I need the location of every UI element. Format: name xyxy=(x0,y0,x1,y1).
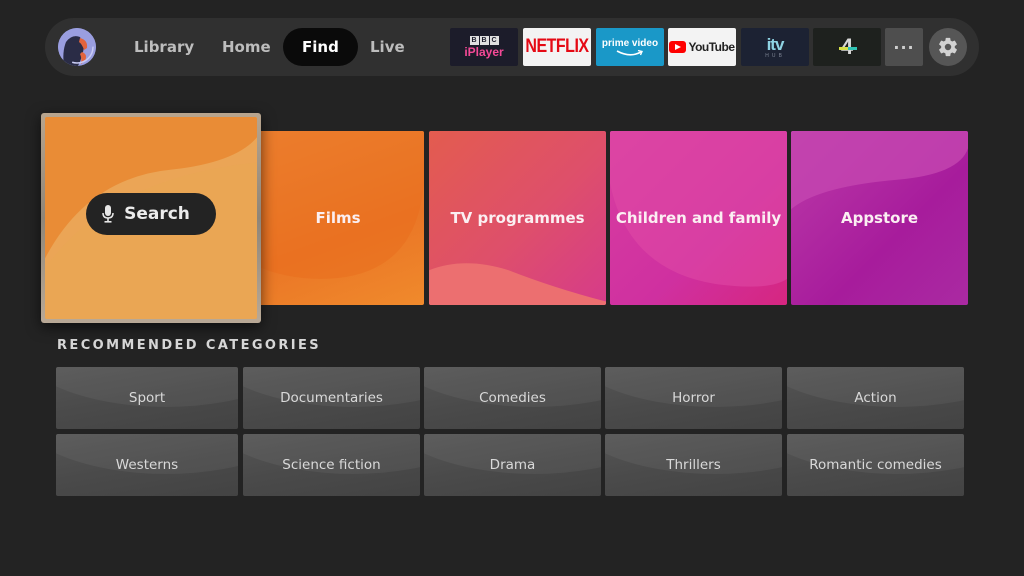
category-westerns[interactable]: Westerns xyxy=(56,434,238,496)
nav-tab-live[interactable]: Live xyxy=(351,28,424,66)
nav-tab-library[interactable]: Library xyxy=(115,28,213,66)
category-label: Comedies xyxy=(479,390,546,406)
bbc-letter: B xyxy=(469,36,479,45)
channel-4-logo: 4 xyxy=(838,34,858,59)
top-navigation-bar: Library Home Find Live B B C iPlayer NET… xyxy=(45,18,979,76)
prime-video-logo: prime video xyxy=(601,37,659,49)
category-label: Science fiction xyxy=(282,457,381,473)
category-drama[interactable]: Drama xyxy=(424,434,601,496)
category-science-fiction[interactable]: Science fiction xyxy=(243,434,420,496)
bbc-logo-icon: B B C xyxy=(469,36,499,45)
category-label: Romantic comedies xyxy=(809,457,942,473)
category-documentaries[interactable]: Documentaries xyxy=(243,367,420,429)
iplayer-label: iPlayer xyxy=(464,45,504,59)
tile-label: TV programmes xyxy=(450,209,585,227)
category-thrillers[interactable]: Thrillers xyxy=(605,434,782,496)
category-romantic-comedies[interactable]: Romantic comedies xyxy=(787,434,964,496)
search-button[interactable]: Search xyxy=(86,193,216,235)
gear-icon xyxy=(939,37,957,57)
app-channel-4[interactable]: 4 xyxy=(813,28,881,66)
youtube-play-icon xyxy=(669,41,687,53)
app-bbc-iplayer[interactable]: B B C iPlayer xyxy=(450,28,518,66)
bbc-letter: C xyxy=(489,36,499,45)
category-tile-appstore[interactable]: Appstore xyxy=(791,131,968,305)
netflix-logo: NETFLIX xyxy=(525,36,589,57)
category-label: Action xyxy=(854,390,897,406)
itv-logo: itv xyxy=(766,34,785,54)
nav-tab-find[interactable]: Find xyxy=(283,28,358,66)
tile-label: Films xyxy=(315,209,361,227)
category-action[interactable]: Action xyxy=(787,367,964,429)
category-comedies[interactable]: Comedies xyxy=(424,367,601,429)
app-netflix[interactable]: NETFLIX xyxy=(523,28,591,66)
category-label: Documentaries xyxy=(280,390,383,406)
tile-label: Appstore xyxy=(840,209,919,227)
category-horror[interactable]: Horror xyxy=(605,367,782,429)
profile-avatar-icon xyxy=(58,28,96,66)
youtube-logo: YouTube xyxy=(688,40,735,54)
nav-tab-home[interactable]: Home xyxy=(203,28,290,66)
itv-hub-label: HUB xyxy=(765,52,785,59)
app-youtube[interactable]: YouTube xyxy=(668,28,736,66)
settings-button[interactable] xyxy=(929,28,967,66)
search-label: Search xyxy=(124,204,190,224)
bbc-letter: B xyxy=(479,36,489,45)
category-label: Drama xyxy=(489,457,536,473)
app-prime-video[interactable]: prime video xyxy=(596,28,664,66)
category-label: Westerns xyxy=(115,457,179,473)
amazon-smile-icon xyxy=(616,49,643,56)
category-label: Sport xyxy=(128,390,166,406)
category-label: Thrillers xyxy=(666,457,721,473)
microphone-icon xyxy=(102,205,114,223)
recommended-categories-heading: RECOMMENDED CATEGORIES xyxy=(57,338,322,353)
tile-label: Children and family xyxy=(615,209,782,227)
profile-avatar[interactable] xyxy=(58,28,96,66)
category-tile-tv-programmes[interactable]: TV programmes xyxy=(429,131,606,305)
search-tile[interactable]: Search xyxy=(41,113,261,323)
ellipsis-icon: ··· xyxy=(893,37,915,57)
app-itv-hub[interactable]: itv HUB xyxy=(741,28,809,66)
category-sport[interactable]: Sport xyxy=(56,367,238,429)
category-tile-children-and-family[interactable]: Children and family xyxy=(610,131,787,305)
more-apps-button[interactable]: ··· xyxy=(885,28,923,66)
category-tile-films[interactable]: Films xyxy=(252,131,424,305)
category-label: Horror xyxy=(672,390,715,406)
